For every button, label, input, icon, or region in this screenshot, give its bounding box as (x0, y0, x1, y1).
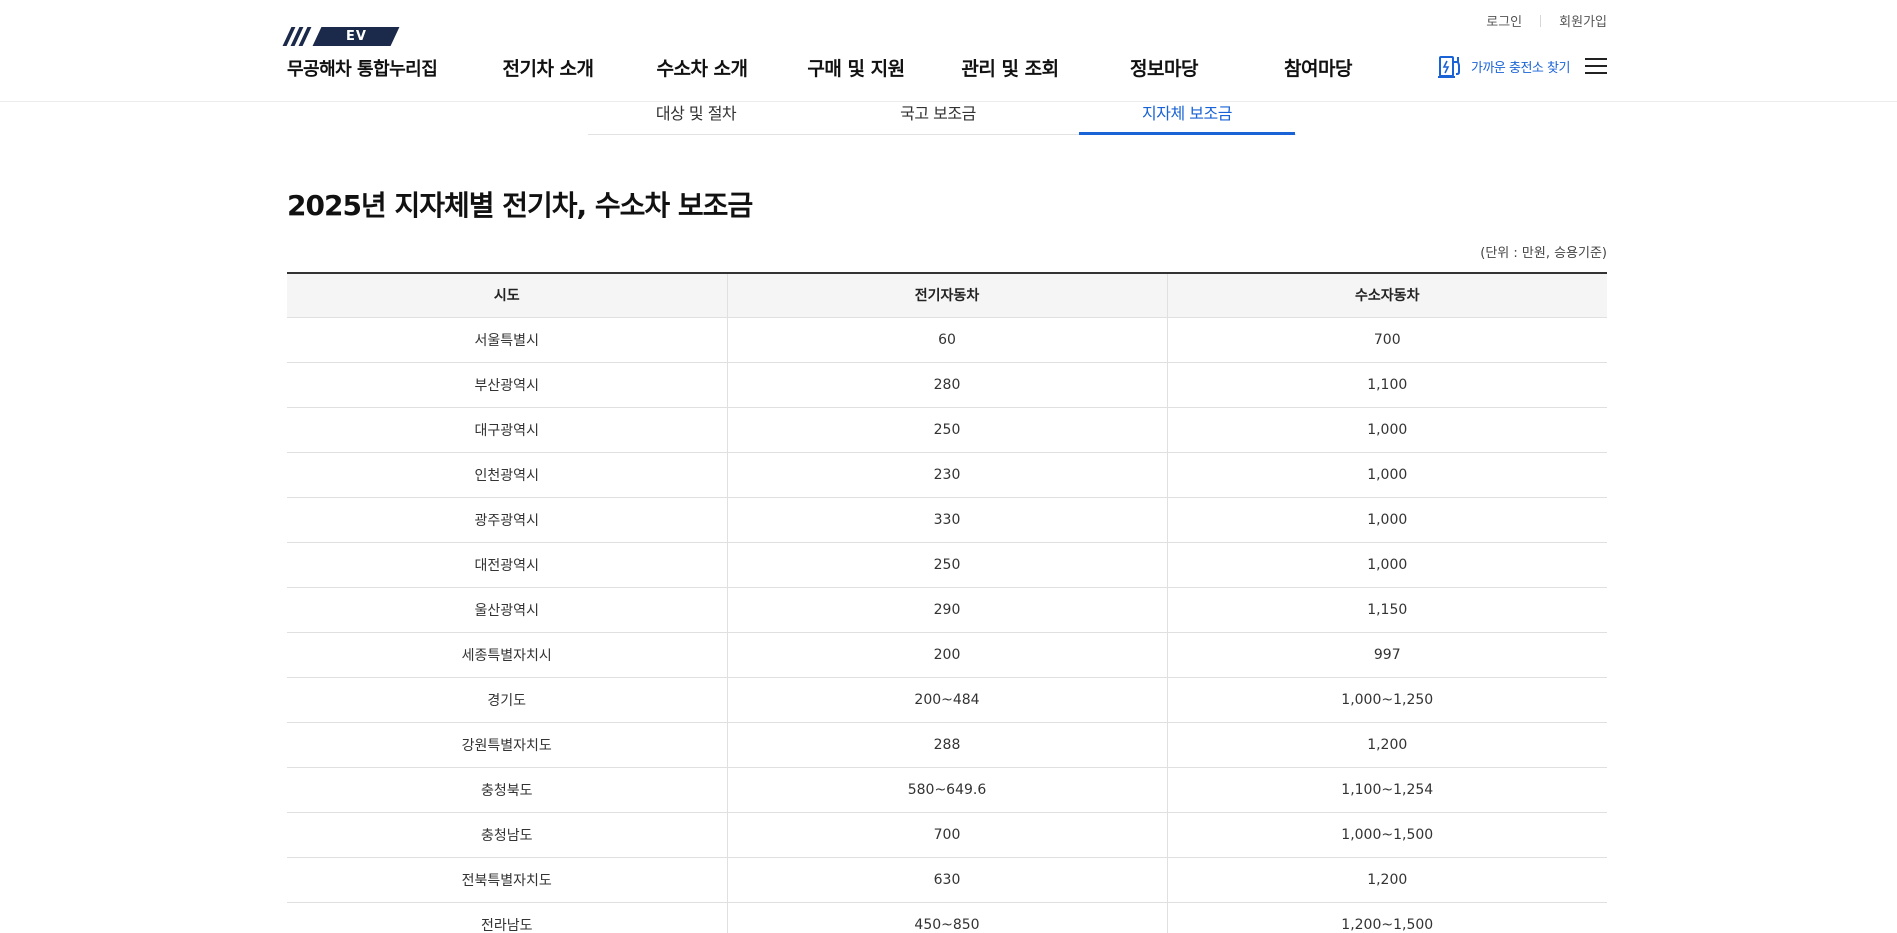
nav-item-purchase-support[interactable]: 구매 및 지원 (807, 54, 905, 81)
cell-region: 강원특별자치도 (287, 722, 728, 768)
cell-fcev-subsidy: 1,200~1,500 (1167, 902, 1607, 933)
cell-region: 광주광역시 (287, 497, 728, 543)
cell-fcev-subsidy: 1,000 (1167, 497, 1607, 543)
unit-note: (단위 : 만원, 승용기준) (1480, 246, 1607, 261)
page-title: 2025년 지자체별 전기차, 수소차 보조금 (287, 189, 753, 222)
cell-ev-subsidy: 330 (727, 497, 1168, 543)
nav-item-manage-lookup[interactable]: 관리 및 조회 (961, 54, 1059, 81)
hamburger-menu-icon[interactable] (1585, 58, 1607, 76)
table-row: 전라남도 450~850 1,200~1,500 (287, 902, 1607, 933)
cell-fcev-subsidy: 1,000~1,250 (1167, 677, 1607, 723)
subsidy-table: 시도 전기자동차 수소자동차 서울특별시 60 700 부산광역시 280 1,100 대구… (287, 272, 1607, 933)
cell-region: 충청남도 (287, 812, 728, 858)
table-row: 광주광역시 330 1,000 (287, 497, 1607, 543)
cell-fcev-subsidy: 1,200 (1167, 857, 1607, 903)
nav-item-ev-intro[interactable]: 전기차 소개 (502, 54, 594, 81)
cell-ev-subsidy: 630 (727, 857, 1168, 903)
table-row: 충청북도 580~649.6 1,100~1,254 (287, 767, 1607, 813)
tab-target-procedure[interactable]: 대상 및 절차 (588, 96, 804, 135)
column-header-region: 시도 (287, 273, 728, 318)
cell-region: 세종특별자치시 (287, 632, 728, 678)
tab-local-subsidy[interactable]: 지자체 보조금 (1079, 96, 1295, 135)
cell-ev-subsidy: 60 (727, 317, 1168, 363)
cell-fcev-subsidy: 997 (1167, 632, 1607, 678)
cell-region: 인천광역시 (287, 452, 728, 498)
logo-mark-label: EV (345, 29, 367, 44)
table-row: 인천광역시 230 1,000 (287, 452, 1607, 498)
main-nav: 전기차 소개 수소차 소개 구매 및 지원 관리 및 조회 정보마당 참여마당 (0, 54, 1897, 80)
util-menu: 로그인 회원가입 (1486, 11, 1607, 30)
column-header-ev: 전기자동차 (727, 273, 1168, 318)
tab-national-subsidy[interactable]: 국고 보조금 (830, 96, 1046, 135)
cell-fcev-subsidy: 1,200 (1167, 722, 1607, 768)
table-row: 울산광역시 290 1,150 (287, 587, 1607, 633)
login-link[interactable]: 로그인 (1486, 11, 1522, 30)
cell-fcev-subsidy: 1,000 (1167, 542, 1607, 588)
table-row: 서울특별시 60 700 (287, 317, 1607, 363)
cell-fcev-subsidy: 1,100~1,254 (1167, 767, 1607, 813)
cell-ev-subsidy: 450~850 (727, 902, 1168, 933)
nav-item-info[interactable]: 정보마당 (1130, 54, 1198, 81)
cell-region: 경기도 (287, 677, 728, 723)
cell-ev-subsidy: 290 (727, 587, 1168, 633)
table-row: 대구광역시 250 1,000 (287, 407, 1607, 453)
cell-ev-subsidy: 200~484 (727, 677, 1168, 723)
table-row: 전북특별자치도 630 1,200 (287, 857, 1607, 903)
find-charging-station-button[interactable]: 가까운 충전소 찾기 (1437, 53, 1570, 80)
cell-fcev-subsidy: 1,100 (1167, 362, 1607, 408)
cell-region: 대전광역시 (287, 542, 728, 588)
table-body: 서울특별시 60 700 부산광역시 280 1,100 대구광역시 250 1,000 인천광역… (287, 317, 1607, 933)
cell-region: 부산광역시 (287, 362, 728, 408)
cell-region: 울산광역시 (287, 587, 728, 633)
cell-ev-subsidy: 288 (727, 722, 1168, 768)
table-header-row: 시도 전기자동차 수소자동차 (287, 273, 1607, 318)
util-divider (1540, 14, 1542, 27)
cell-fcev-subsidy: 1,000 (1167, 407, 1607, 453)
table-row: 대전광역시 250 1,000 (287, 542, 1607, 588)
nav-item-fcev-intro[interactable]: 수소차 소개 (656, 54, 748, 81)
cell-ev-subsidy: 700 (727, 812, 1168, 858)
cell-fcev-subsidy: 700 (1167, 317, 1607, 363)
cell-region: 전북특별자치도 (287, 857, 728, 903)
cell-ev-subsidy: 580~649.6 (727, 767, 1168, 813)
cell-fcev-subsidy: 1,000 (1167, 452, 1607, 498)
cell-ev-subsidy: 230 (727, 452, 1168, 498)
cell-ev-subsidy: 200 (727, 632, 1168, 678)
table-row: 충청남도 700 1,000~1,500 (287, 812, 1607, 858)
table-row: 강원특별자치도 288 1,200 (287, 722, 1607, 768)
ev-logo-mark: EV (282, 27, 437, 46)
signup-link[interactable]: 회원가입 (1559, 11, 1607, 30)
column-header-fcev: 수소자동차 (1167, 273, 1607, 318)
cell-ev-subsidy: 250 (727, 407, 1168, 453)
cell-region: 충청북도 (287, 767, 728, 813)
cell-region: 대구광역시 (287, 407, 728, 453)
cell-fcev-subsidy: 1,000~1,500 (1167, 812, 1607, 858)
cell-region: 전라남도 (287, 902, 728, 933)
table-row: 경기도 200~484 1,000~1,250 (287, 677, 1607, 723)
cell-fcev-subsidy: 1,150 (1167, 587, 1607, 633)
cell-region: 서울특별시 (287, 317, 728, 363)
charging-station-icon (1438, 56, 1460, 78)
site-header: 로그인 회원가입 EV 무공해차 통합누리집 전기차 소개 수소차 소개 구매 … (0, 0, 1897, 102)
sub-tabs: 대상 및 절차 국고 보조금 지자체 보조금 (588, 96, 1296, 135)
charging-station-label: 가까운 충전소 찾기 (1471, 61, 1570, 76)
cell-ev-subsidy: 280 (727, 362, 1168, 408)
cell-ev-subsidy: 250 (727, 542, 1168, 588)
nav-item-participation[interactable]: 참여마당 (1284, 54, 1352, 81)
table-row: 부산광역시 280 1,100 (287, 362, 1607, 408)
table-row: 세종특별자치시 200 997 (287, 632, 1607, 678)
